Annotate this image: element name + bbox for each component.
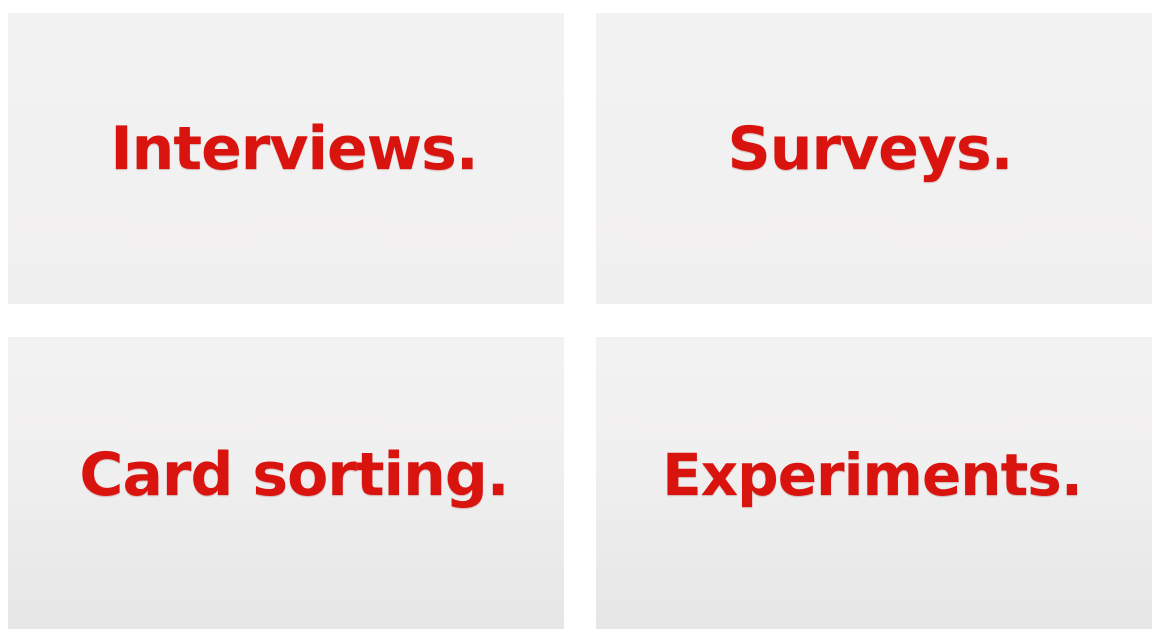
tile-surveys: Surveys.	[596, 13, 1152, 304]
tile-label-interviews: Interviews.	[110, 113, 478, 184]
tile-label-surveys: Surveys.	[727, 113, 1014, 184]
tile-card-sorting: Card sorting.	[8, 337, 564, 629]
tile-interviews: Interviews.	[8, 13, 564, 304]
tile-label-card-sorting: Card sorting.	[79, 440, 509, 510]
research-methods-grid: Interviews. Surveys. Card sorting. Exper…	[0, 0, 1155, 629]
tile-experiments: Experiments.	[596, 337, 1152, 629]
tile-label-experiments: Experiments.	[662, 441, 1083, 509]
